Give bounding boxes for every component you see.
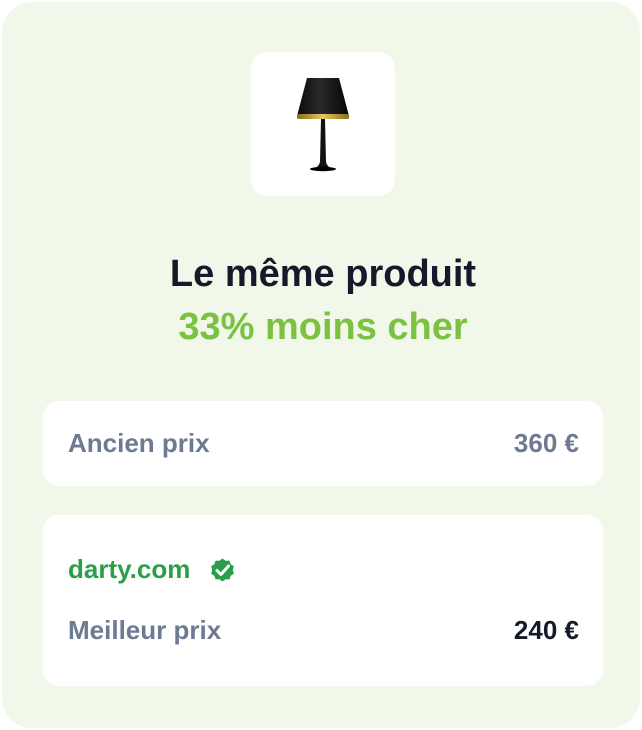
old-price-value: 360 €: [513, 428, 579, 458]
old-price-box: Ancien prix 360 €: [43, 401, 603, 486]
product-image-tile: [251, 52, 395, 196]
best-price-value: 240 €: [513, 615, 579, 645]
headline-title: Le même produit: [169, 253, 477, 295]
best-price-label: Meilleur prix: [68, 615, 222, 645]
retailer-name-link[interactable]: darty.com: [68, 553, 190, 585]
best-price-box[interactable]: darty.com Meilleur prix 240 €: [43, 515, 603, 686]
old-price-label: Ancien prix: [68, 428, 210, 458]
retailer-row[interactable]: darty.com: [68, 553, 237, 585]
price-comparison-card: Le même produit 33% moins cher Ancien pr…: [2, 2, 640, 728]
headline-discount: 33% moins cher: [178, 306, 468, 348]
table-lamp-icon: [297, 78, 349, 172]
check-badge-icon: [208, 555, 237, 584]
